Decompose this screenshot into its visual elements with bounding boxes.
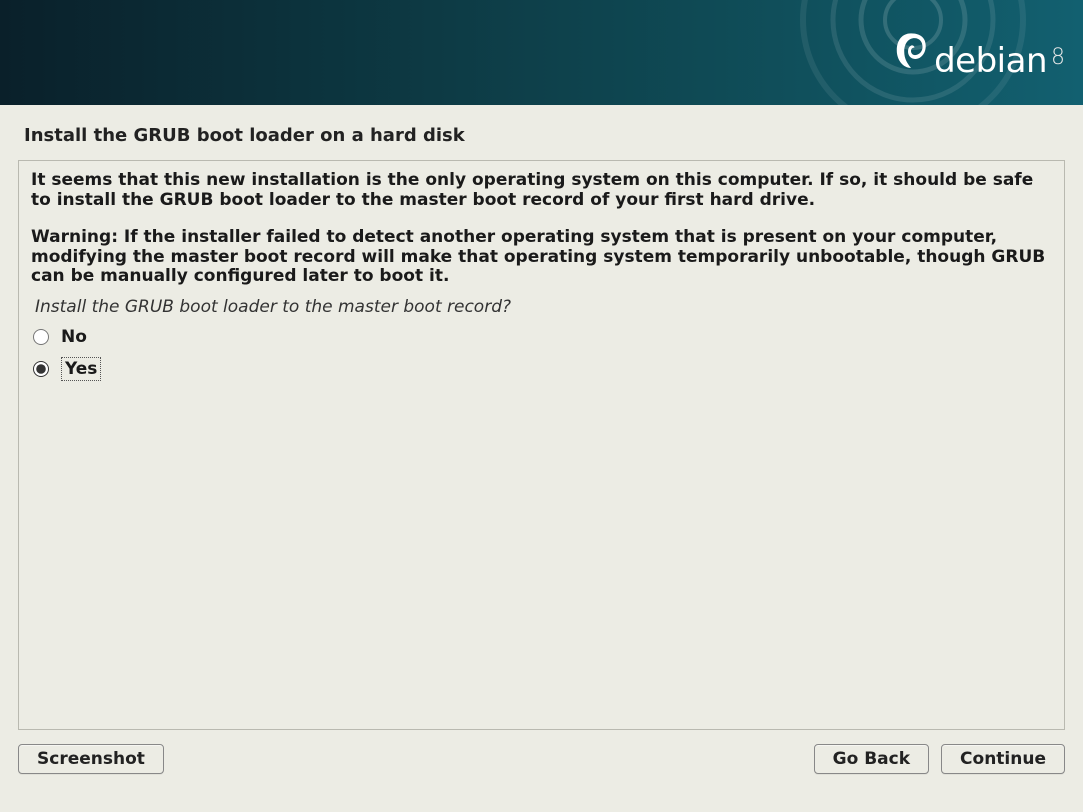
radio-label-yes: Yes (61, 357, 101, 381)
page-title: Install the GRUB boot loader on a hard d… (24, 125, 1059, 146)
logo-version: 8 (1051, 45, 1065, 70)
radio-group: No Yes (31, 327, 1052, 381)
warning-text: Warning: If the installer failed to dete… (31, 228, 1052, 287)
screenshot-button[interactable]: Screenshot (18, 744, 164, 774)
radio-option-no[interactable]: No (31, 327, 1052, 347)
info-text: It seems that this new installation is t… (31, 171, 1052, 210)
radio-input-yes[interactable] (33, 361, 49, 377)
header-banner: debian 8 (0, 0, 1083, 105)
radio-label-no: No (61, 327, 87, 347)
radio-option-yes[interactable]: Yes (31, 357, 1052, 381)
question-text: Install the GRUB boot loader to the mast… (35, 297, 1048, 317)
debian-logo: debian 8 (894, 26, 1065, 81)
go-back-button[interactable]: Go Back (814, 744, 929, 774)
debian-swirl-icon (894, 30, 928, 72)
logo-text: debian (934, 41, 1047, 81)
content-panel: It seems that this new installation is t… (18, 160, 1065, 730)
button-bar: Screenshot Go Back Continue (0, 730, 1083, 788)
radio-input-no[interactable] (33, 329, 49, 345)
continue-button[interactable]: Continue (941, 744, 1065, 774)
installer-page: Install the GRUB boot loader on a hard d… (0, 105, 1083, 730)
